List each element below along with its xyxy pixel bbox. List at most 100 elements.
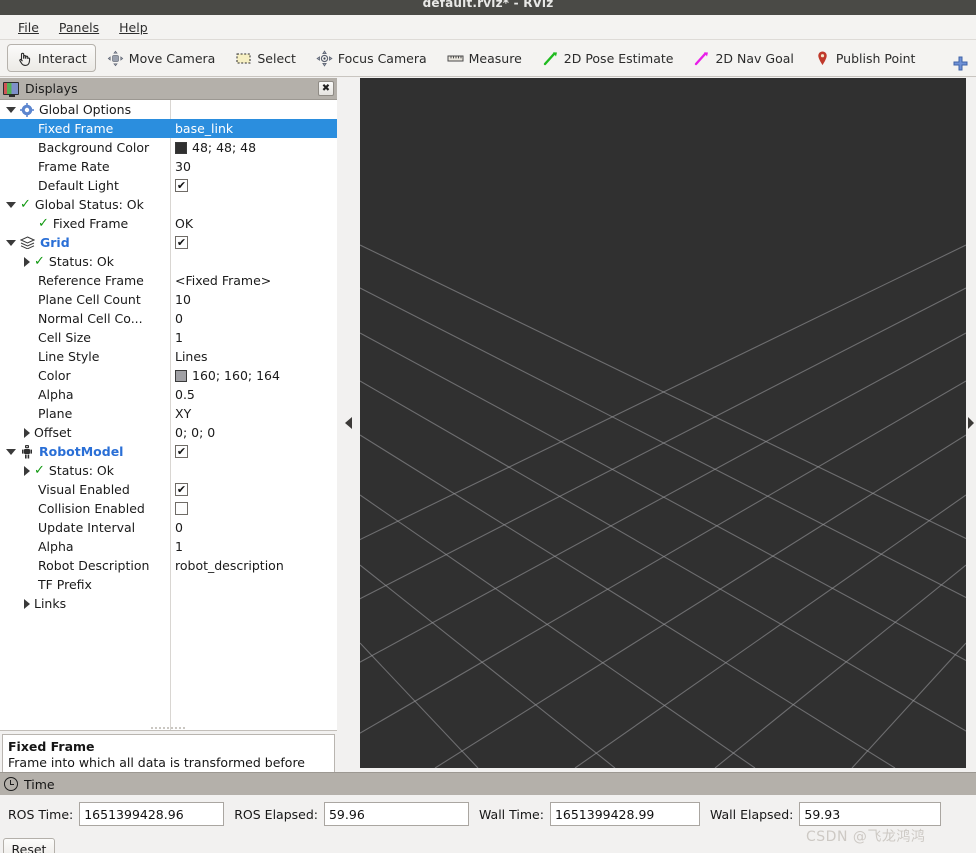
color-swatch[interactable] bbox=[175, 141, 187, 154]
tree-row[interactable]: Plane XY bbox=[0, 404, 337, 423]
triangle-left-icon[interactable] bbox=[345, 417, 352, 429]
tree-row-value-cell[interactable] bbox=[170, 461, 337, 480]
tree-row-value-cell[interactable]: 160; 160; 164 bbox=[170, 366, 337, 385]
tree-row-value-cell[interactable]: 0 bbox=[170, 518, 337, 537]
tree-row-value-cell[interactable]: XY bbox=[170, 404, 337, 423]
tree-row[interactable]: Visual Enabled ✔ bbox=[0, 480, 337, 499]
triangle-down-icon[interactable] bbox=[6, 448, 16, 455]
tool-publish-point-button[interactable]: Publish Point bbox=[805, 44, 925, 72]
menu-file-label: File bbox=[18, 19, 39, 35]
close-icon[interactable]: ✖ bbox=[318, 81, 334, 96]
displays-panel-header: Displays ✖ bbox=[0, 78, 337, 100]
tree-row-value-cell[interactable]: <Fixed Frame> bbox=[170, 271, 337, 290]
left-splitter[interactable] bbox=[337, 78, 360, 768]
tree-row-value-cell[interactable] bbox=[170, 575, 337, 594]
right-splitter[interactable] bbox=[966, 78, 976, 768]
tree-row[interactable]: Collision Enabled bbox=[0, 499, 337, 518]
tree-row[interactable]: ✓ Global Status: Ok bbox=[0, 195, 337, 214]
tool-move-camera-button[interactable]: Move Camera bbox=[98, 44, 225, 72]
tree-row[interactable]: Default Light ✔ bbox=[0, 176, 337, 195]
tree-row[interactable]: Frame Rate 30 bbox=[0, 157, 337, 176]
tree-row-value-cell[interactable]: 10 bbox=[170, 290, 337, 309]
tree-row-value-cell[interactable] bbox=[170, 252, 337, 271]
tree-row-value-cell[interactable]: 0; 0; 0 bbox=[170, 423, 337, 442]
checkbox[interactable]: ✔ bbox=[175, 236, 188, 249]
tree-row-value-cell[interactable]: robot_description bbox=[170, 556, 337, 575]
tool-2d-pose-estimate-button[interactable]: 2D Pose Estimate bbox=[533, 44, 683, 72]
tree-row[interactable]: Fixed Frame base_link bbox=[0, 119, 337, 138]
triangle-down-icon[interactable] bbox=[6, 106, 16, 113]
tree-row-value-cell[interactable]: ✔ bbox=[170, 233, 337, 252]
tree-row[interactable]: Color 160; 160; 164 bbox=[0, 366, 337, 385]
tree-row-value-cell[interactable]: 30 bbox=[170, 157, 337, 176]
tree-row-value-cell[interactable]: ✔ bbox=[170, 176, 337, 195]
color-swatch[interactable] bbox=[175, 369, 187, 382]
reset-button[interactable]: Reset bbox=[3, 838, 55, 853]
tree-row-label: Default Light bbox=[38, 178, 119, 193]
tree-row-label: Status: Ok bbox=[48, 463, 115, 478]
check-icon: ✓ bbox=[34, 463, 45, 478]
triangle-right-icon[interactable] bbox=[24, 427, 30, 438]
tree-row[interactable]: Reference Frame <Fixed Frame> bbox=[0, 271, 337, 290]
tool-2d-nav-goal-button[interactable]: 2D Nav Goal bbox=[684, 44, 802, 72]
tree-row[interactable]: Line Style Lines bbox=[0, 347, 337, 366]
tree-row[interactable]: Update Interval 0 bbox=[0, 518, 337, 537]
tree-row-label: Links bbox=[34, 596, 67, 611]
tree-row-value-cell[interactable] bbox=[170, 100, 337, 119]
tree-row-value-cell[interactable]: base_link bbox=[170, 119, 337, 138]
triangle-down-icon[interactable] bbox=[6, 239, 16, 246]
tool-select-label: Select bbox=[257, 50, 296, 66]
render-view-3d[interactable] bbox=[360, 78, 966, 768]
tree-row[interactable]: Plane Cell Count 10 bbox=[0, 290, 337, 309]
triangle-right-icon[interactable] bbox=[24, 598, 30, 609]
tree-row[interactable]: Alpha 1 bbox=[0, 537, 337, 556]
menu-file[interactable]: File bbox=[8, 17, 49, 38]
tree-row[interactable]: Grid ✔ bbox=[0, 233, 337, 252]
tree-row[interactable]: Global Options bbox=[0, 100, 337, 119]
checkbox[interactable]: ✔ bbox=[175, 179, 188, 192]
tree-row[interactable]: RobotModel ✔ bbox=[0, 442, 337, 461]
tree-row[interactable]: ✓ Status: Ok bbox=[0, 252, 337, 271]
tree-row[interactable]: Alpha 0.5 bbox=[0, 385, 337, 404]
triangle-down-icon[interactable] bbox=[6, 201, 16, 208]
tree-row-value-cell[interactable]: Lines bbox=[170, 347, 337, 366]
tree-row-value-cell[interactable]: 0 bbox=[170, 309, 337, 328]
tool-select-button[interactable]: Select bbox=[226, 44, 305, 72]
tree-row[interactable]: TF Prefix bbox=[0, 575, 337, 594]
tree-row-value-cell[interactable]: 1 bbox=[170, 537, 337, 556]
checkbox[interactable]: ✔ bbox=[175, 483, 188, 496]
tree-row[interactable]: Cell Size 1 bbox=[0, 328, 337, 347]
tree-row[interactable]: Robot Description robot_description bbox=[0, 556, 337, 575]
tree-row-value-cell[interactable] bbox=[170, 499, 337, 518]
ros-time-input[interactable]: 1651399428.96 bbox=[79, 802, 225, 826]
tool-focus-camera-button[interactable]: Focus Camera bbox=[307, 44, 436, 72]
tree-row-value-cell[interactable]: ✔ bbox=[170, 442, 337, 461]
tree-row-value-cell[interactable]: ✔ bbox=[170, 480, 337, 499]
tree-row-value-cell[interactable]: 48; 48; 48 bbox=[170, 138, 337, 157]
menu-panels[interactable]: Panels bbox=[49, 17, 109, 38]
tree-row[interactable]: ✓ Fixed Frame OK bbox=[0, 214, 337, 233]
menu-help[interactable]: Help bbox=[109, 17, 158, 38]
triangle-right-icon[interactable] bbox=[968, 417, 974, 429]
tool-interact-button[interactable]: Interact bbox=[7, 44, 96, 72]
triangle-right-icon[interactable] bbox=[24, 256, 30, 267]
toolbar-add-tool-button[interactable] bbox=[941, 43, 976, 73]
ros-elapsed-input[interactable]: 59.96 bbox=[323, 802, 469, 826]
tree-row-value-cell[interactable] bbox=[170, 594, 337, 613]
triangle-right-icon[interactable] bbox=[24, 465, 30, 476]
tree-row[interactable]: ✓ Status: Ok bbox=[0, 461, 337, 480]
tool-measure-button[interactable]: Measure bbox=[438, 44, 531, 72]
tree-row[interactable]: Normal Cell Co... 0 bbox=[0, 309, 337, 328]
tree-row[interactable]: Links bbox=[0, 594, 337, 613]
displays-tree[interactable]: Global Options Fixed Frame base_link Backgr… bbox=[0, 100, 337, 731]
wall-time-input[interactable]: 1651399428.99 bbox=[549, 802, 700, 826]
tree-row-value-cell[interactable]: 0.5 bbox=[170, 385, 337, 404]
tree-row[interactable]: Background Color 48; 48; 48 bbox=[0, 138, 337, 157]
tree-row-value-cell[interactable]: OK bbox=[170, 214, 337, 233]
tree-row-value-cell[interactable] bbox=[170, 195, 337, 214]
wall-elapsed-input[interactable]: 59.93 bbox=[799, 802, 942, 826]
tree-row-value-cell[interactable]: 1 bbox=[170, 328, 337, 347]
tree-row[interactable]: Offset 0; 0; 0 bbox=[0, 423, 337, 442]
checkbox[interactable] bbox=[175, 502, 188, 515]
checkbox[interactable]: ✔ bbox=[175, 445, 188, 458]
